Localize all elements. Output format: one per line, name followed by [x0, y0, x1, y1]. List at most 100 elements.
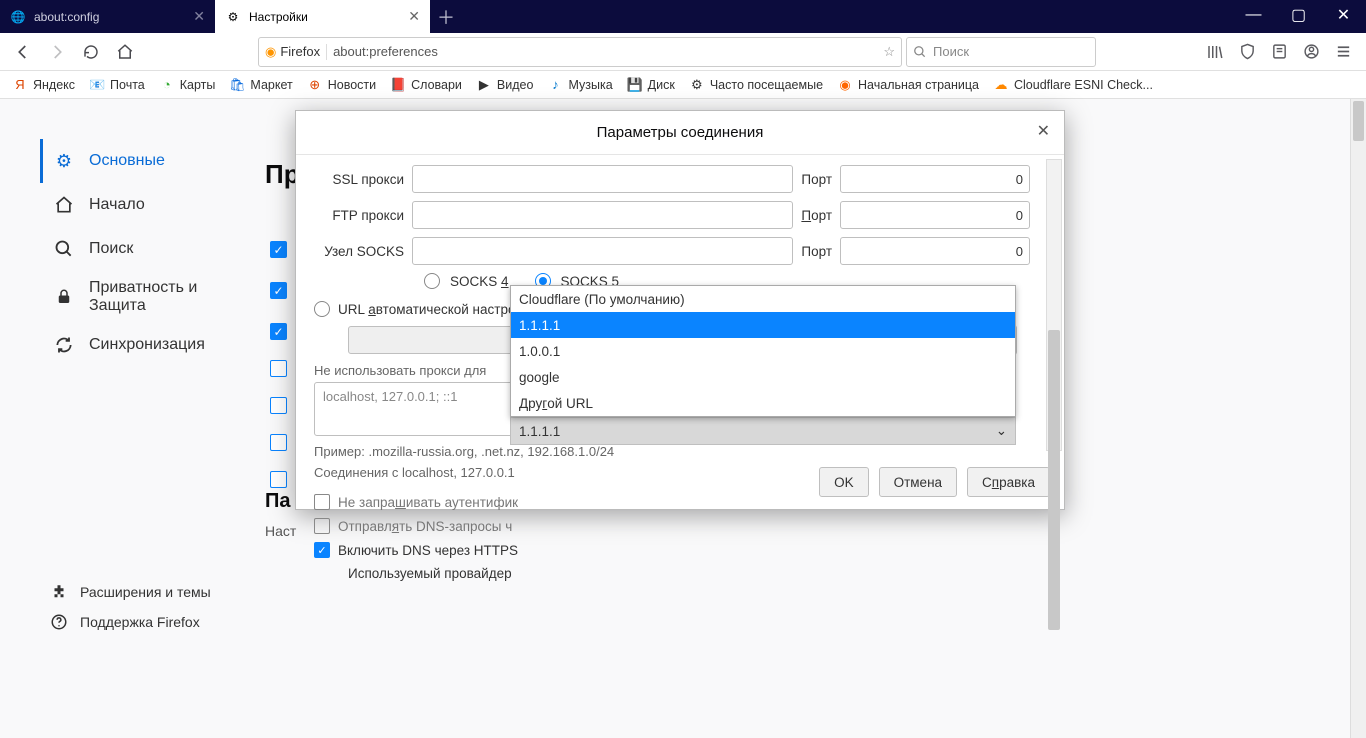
bookmark-label: Диск: [648, 78, 675, 92]
firefox-icon: ◉: [265, 44, 276, 60]
provider-option-google[interactable]: google: [511, 364, 1015, 390]
port-label: Порт: [801, 244, 832, 259]
bookmark-label: Новости: [328, 78, 376, 92]
bookmark-music[interactable]: ♪Музыка: [541, 75, 618, 95]
bookmark-label: Карты: [180, 78, 216, 92]
window-maximize-icon[interactable]: ▢: [1276, 0, 1321, 30]
ssl-proxy-input[interactable]: [412, 165, 793, 193]
reader-icon[interactable]: [1264, 37, 1294, 67]
socks-port-input[interactable]: [840, 237, 1030, 265]
provider-option-cloudflare[interactable]: Cloudflare (По умолчанию): [511, 286, 1015, 312]
socks4-radio[interactable]: [424, 273, 440, 289]
bookmark-news[interactable]: ⊕Новости: [301, 75, 382, 95]
dialog-overlay: Параметры соединения ✕ SSL прокси Порт F…: [0, 99, 1366, 738]
bookmark-frequent[interactable]: ⚙Часто посещаемые: [683, 75, 829, 95]
bookmark-homepage[interactable]: ◉Начальная страница: [831, 75, 985, 95]
dialog-title: Параметры соединения: [597, 124, 764, 141]
identity-chip[interactable]: ◉ Firefox: [265, 44, 327, 60]
identity-label: Firefox: [280, 44, 320, 59]
provider-option-1001[interactable]: 1.0.0.1: [511, 338, 1015, 364]
socks4-label: SOCKS 4: [450, 274, 509, 289]
connection-settings-dialog: Параметры соединения ✕ SSL прокси Порт F…: [295, 110, 1065, 510]
dns-socks-checkbox[interactable]: [314, 518, 330, 534]
menu-icon[interactable]: [1328, 37, 1358, 67]
bookmark-label: Cloudflare ESNI Check...: [1014, 78, 1153, 92]
tab-close-icon[interactable]: ✕: [193, 8, 205, 25]
port-label: Порт: [801, 208, 832, 223]
tab-close-icon[interactable]: ✕: [408, 8, 420, 25]
dialog-scrollbar[interactable]: [1046, 159, 1062, 451]
socks-host-label: Узел SOCKS: [314, 244, 404, 259]
noauth-label: Не запрашивать аутентифик: [338, 495, 518, 510]
dialog-body: SSL прокси Порт FTP прокси Порт Узел SOC…: [296, 155, 1064, 455]
url-text[interactable]: about:preferences: [333, 44, 877, 59]
provider-select-box[interactable]: 1.1.1.1 ⌄: [510, 417, 1016, 445]
ftp-port-input[interactable]: [840, 201, 1030, 229]
account-icon[interactable]: [1296, 37, 1326, 67]
bookmarks-bar: ЯЯндекс 📧Почта ◔Карты 🛍Маркет ⊕Новости 📕…: [0, 71, 1366, 99]
dns-socks-label: Отправлять DNS-запросы ч: [338, 519, 512, 534]
tab-about-config[interactable]: 🌐 about:config ✕: [0, 0, 215, 33]
doh-checkbox[interactable]: ✓: [314, 542, 330, 558]
bookmark-disk[interactable]: 💾Диск: [621, 75, 681, 95]
new-tab-button[interactable]: ＋: [430, 0, 462, 33]
url-bar[interactable]: ◉ Firefox about:preferences ☆: [258, 37, 902, 67]
ftp-proxy-input[interactable]: [412, 201, 793, 229]
shield-icon[interactable]: [1232, 37, 1262, 67]
forward-button: [42, 37, 72, 67]
bookmark-dicts[interactable]: 📕Словари: [384, 75, 468, 95]
search-bar[interactable]: Поиск: [906, 37, 1096, 67]
provider-option-other[interactable]: Другой URL: [511, 390, 1015, 416]
bookmark-cloudflare[interactable]: ☁Cloudflare ESNI Check...: [987, 75, 1159, 95]
close-icon[interactable]: ✕: [1037, 121, 1050, 141]
window-minimize-icon[interactable]: —: [1231, 0, 1276, 30]
provider-option-1111[interactable]: 1.1.1.1: [511, 312, 1015, 338]
library-icon[interactable]: [1200, 37, 1230, 67]
bookmark-label: Часто посещаемые: [710, 78, 823, 92]
bookmark-label: Видео: [497, 78, 534, 92]
bookmark-mail[interactable]: 📧Почта: [83, 75, 151, 95]
navbar: ◉ Firefox about:preferences ☆ Поиск: [0, 33, 1366, 71]
chevron-down-icon: ⌄: [996, 423, 1007, 439]
provider-label: Используемый провайдер: [348, 566, 512, 581]
bookmark-label: Словари: [411, 78, 462, 92]
bookmark-video[interactable]: ▶Видео: [470, 75, 540, 95]
bookmark-star-icon[interactable]: ☆: [883, 44, 895, 60]
provider-options-list: Cloudflare (По умолчанию) 1.1.1.1 1.0.0.…: [510, 285, 1016, 417]
tab-label: Настройки: [249, 10, 308, 24]
autoconfig-radio[interactable]: [314, 301, 330, 317]
bookmark-maps[interactable]: ◔Карты: [153, 75, 222, 95]
gear-icon: ⚙: [225, 9, 241, 25]
tab-settings[interactable]: ⚙ Настройки ✕: [215, 0, 430, 33]
tab-favicon: 🌐: [10, 9, 26, 25]
socks-host-input[interactable]: [412, 237, 793, 265]
ftp-proxy-label: FTP прокси: [314, 208, 404, 223]
bookmark-label: Почта: [110, 78, 145, 92]
noproxy-example: Пример: .mozilla-russia.org, .net.nz, 19…: [314, 444, 1056, 459]
preferences-page: ⚙ Основные Начало Поиск Приватность и За…: [0, 99, 1366, 738]
noauth-checkbox[interactable]: [314, 494, 330, 510]
dialog-header: Параметры соединения ✕: [296, 111, 1064, 155]
bookmark-label: Маркет: [250, 78, 292, 92]
bookmark-yandex[interactable]: ЯЯндекс: [6, 75, 81, 95]
bookmark-market[interactable]: 🛍Маркет: [223, 75, 298, 95]
titlebar: 🌐 about:config ✕ ⚙ Настройки ✕ ＋ — ▢ ✕: [0, 0, 1366, 33]
bookmark-label: Яндекс: [33, 78, 75, 92]
back-button[interactable]: [8, 37, 38, 67]
provider-select[interactable]: Cloudflare (По умолчанию) 1.1.1.1 1.0.0.…: [510, 417, 1016, 445]
localhost-note: Соединения с localhost, 127.0.0.1: [314, 465, 1056, 480]
search-placeholder: Поиск: [933, 44, 969, 59]
bookmark-label: Музыка: [568, 78, 612, 92]
reload-button[interactable]: [76, 37, 106, 67]
search-icon: [913, 45, 927, 59]
scrollbar-thumb[interactable]: [1048, 330, 1060, 630]
bookmark-label: Начальная страница: [858, 78, 979, 92]
window-close-icon[interactable]: ✕: [1321, 0, 1366, 30]
home-button[interactable]: [110, 37, 140, 67]
port-label: Порт: [801, 172, 832, 187]
tab-label: about:config: [34, 10, 99, 24]
provider-selected-value: 1.1.1.1: [519, 424, 560, 439]
ssl-port-input[interactable]: [840, 165, 1030, 193]
doh-label: Включить DNS через HTTPS: [338, 543, 518, 558]
ssl-proxy-label: SSL прокси: [314, 172, 404, 187]
